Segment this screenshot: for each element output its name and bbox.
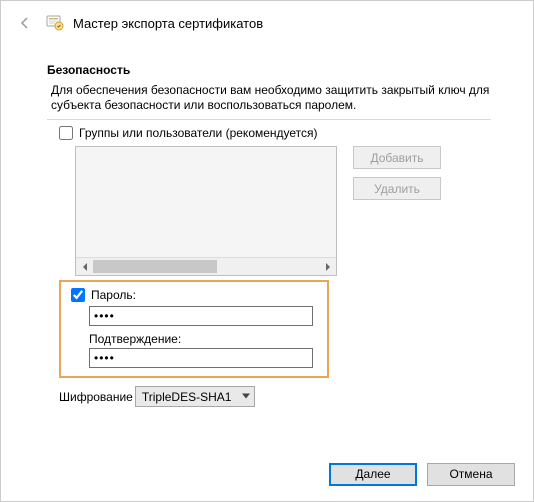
chevron-down-icon <box>242 392 250 401</box>
scrollbar-track[interactable] <box>93 258 319 275</box>
scrollbar-thumb[interactable] <box>93 260 217 273</box>
wizard-page: Безопасность Для обеспечения безопасност… <box>1 39 533 447</box>
remove-button: Удалить <box>353 177 441 200</box>
certificate-wizard-icon <box>45 13 65 33</box>
groups-area: Добавить Удалить <box>75 146 491 276</box>
groups-checkbox-label[interactable]: Группы или пользователи (рекомендуется) <box>79 126 318 140</box>
add-button: Добавить <box>353 146 441 169</box>
wizard-footer: Далее Отмена <box>1 447 533 501</box>
separator <box>47 119 491 120</box>
back-button[interactable] <box>15 13 35 33</box>
password-section: Пароль: Подтверждение: <box>59 280 329 378</box>
page-heading: Безопасность <box>47 63 491 77</box>
page-subtitle: Для обеспечения безопасности вам необход… <box>51 83 491 113</box>
wizard-window: Мастер экспорта сертификатов Безопасност… <box>0 0 534 502</box>
encryption-row: Шифрование TripleDES-SHA1 <box>59 386 491 407</box>
arrow-left-icon <box>17 15 33 31</box>
cancel-button[interactable]: Отмена <box>427 463 515 486</box>
encryption-combobox[interactable]: TripleDES-SHA1 <box>135 386 255 407</box>
chevron-left-icon <box>82 263 88 271</box>
horizontal-scrollbar[interactable] <box>76 257 336 275</box>
principals-buttons: Добавить Удалить <box>353 146 441 200</box>
password-checkbox-row: Пароль: <box>71 288 317 302</box>
confirm-password-input[interactable] <box>89 348 313 368</box>
password-checkbox-label[interactable]: Пароль: <box>91 288 136 302</box>
confirm-password-label: Подтверждение: <box>89 332 317 346</box>
scroll-right-button[interactable] <box>319 258 336 275</box>
next-button[interactable]: Далее <box>329 463 417 486</box>
title-bar: Мастер экспорта сертификатов <box>1 1 533 39</box>
groups-checkbox[interactable] <box>59 126 73 140</box>
password-checkbox[interactable] <box>71 288 85 302</box>
wizard-title: Мастер экспорта сертификатов <box>73 16 263 31</box>
encryption-label: Шифрование <box>59 390 133 404</box>
chevron-right-icon <box>325 263 331 271</box>
password-input[interactable] <box>89 306 313 326</box>
principals-listbox <box>75 146 337 276</box>
scroll-left-button[interactable] <box>76 258 93 275</box>
encryption-selected-value: TripleDES-SHA1 <box>142 390 232 404</box>
groups-checkbox-row: Группы или пользователи (рекомендуется) <box>59 126 491 140</box>
